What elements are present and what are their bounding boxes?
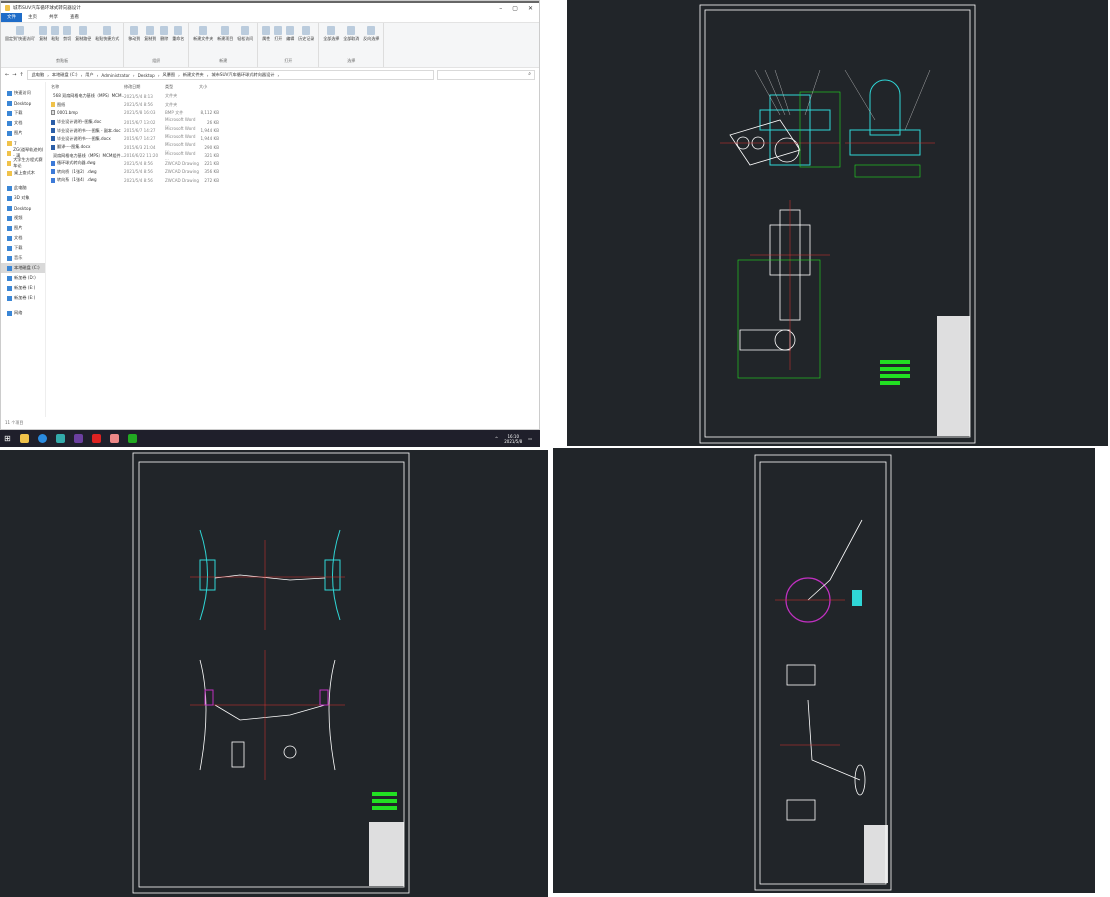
cad-drawings <box>0 0 1108 897</box>
title-block <box>937 316 970 436</box>
cad-panel-steering-system <box>553 448 1095 893</box>
title-block <box>864 825 888 883</box>
title-block <box>369 822 404 886</box>
cad-panel-steering-gear <box>567 0 1108 446</box>
cad-panel-steering-axle <box>0 450 548 897</box>
